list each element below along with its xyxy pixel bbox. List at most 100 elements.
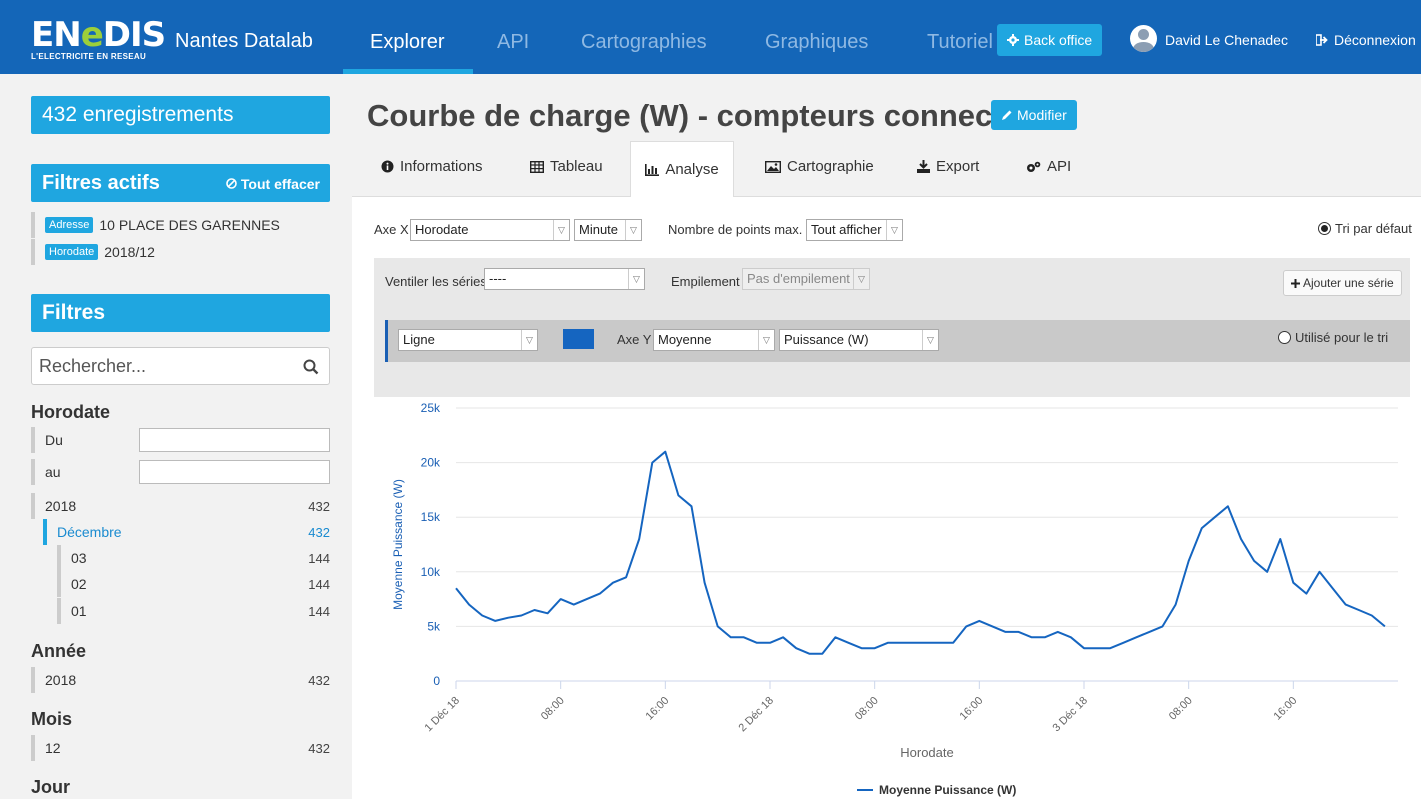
back-office-button[interactable]: Back office — [997, 24, 1103, 56]
x-tick-label: 08:00 — [539, 695, 567, 723]
tab-api[interactable]: API — [1026, 158, 1071, 175]
x-tick-label: 08:00 — [1167, 695, 1195, 723]
stacking-select[interactable]: Pas d'empilement ▽ — [742, 268, 870, 290]
modify-button[interactable]: Modifier — [991, 100, 1077, 130]
facet-label: 12 — [45, 740, 61, 756]
max-points-select[interactable]: Tout afficher ▽ — [806, 219, 903, 241]
tab-analyse[interactable]: Analyse — [630, 141, 734, 197]
facet-label: 02 — [71, 576, 87, 592]
tab-tableau[interactable]: Tableau — [530, 158, 603, 175]
user-name[interactable]: David Le Chenadec — [1165, 32, 1288, 48]
split-series-select[interactable]: ---- ▽ — [484, 268, 645, 290]
clear-all-filters[interactable]: Tout effacer — [226, 176, 320, 192]
filter-tag: Horodate — [45, 244, 99, 260]
facet-label: 01 — [71, 603, 87, 619]
split-series-label: Ventiler les séries — [385, 274, 487, 289]
logout-label: Déconnexion — [1334, 32, 1416, 48]
select-value: Minute — [579, 222, 619, 237]
y-tick-label: 5k — [427, 619, 441, 633]
facet-count: 432 — [308, 672, 330, 688]
facet-item-01[interactable]: 01 144 — [57, 598, 330, 624]
ban-icon — [226, 178, 237, 189]
date-from-input[interactable] — [139, 428, 330, 452]
gear-icon — [1007, 34, 1019, 46]
logo-text-left: EN — [31, 15, 82, 55]
axis-y-field-select[interactable]: Puissance (W) ▽ — [779, 329, 939, 351]
facet-item-2018[interactable]: 2018 432 — [31, 493, 330, 519]
add-series-label: Ajouter une série — [1303, 276, 1394, 290]
default-sort-radio[interactable]: Tri par défaut — [1318, 221, 1412, 236]
series-type-select[interactable]: Ligne ▽ — [398, 329, 538, 351]
radio-checked-icon — [1318, 222, 1331, 235]
max-points-label: Nombre de points max. — [668, 222, 803, 237]
cogs-icon — [1027, 161, 1041, 172]
date-to-label: au — [45, 464, 61, 480]
enedis-logo[interactable]: ENeDIS L'ELECTRICITE EN RESEAU — [31, 18, 166, 61]
table-icon — [530, 160, 544, 173]
facet-label: 2018 — [45, 498, 77, 514]
page-title: Courbe de charge (W) - compteurs connect… — [367, 98, 1038, 133]
y-tick-label: 0 — [433, 674, 440, 688]
date-from-label: Du — [45, 432, 63, 448]
user-avatar-icon[interactable] — [1130, 25, 1157, 52]
series-color-picker[interactable] — [563, 329, 594, 349]
sign-out-icon — [1316, 34, 1328, 46]
select-value: Tout afficher — [811, 222, 882, 237]
legend-label: Moyenne Puissance (W) — [879, 783, 1016, 797]
x-tick-label: 1 Déc 18 — [423, 695, 463, 735]
facet-item-annee-2018[interactable]: 2018 432 — [31, 667, 330, 693]
facet-label: Décembre — [57, 524, 122, 540]
site-name[interactable]: Nantes Datalab — [175, 30, 313, 53]
x-tick-label: 16:00 — [1272, 695, 1300, 723]
radio-label: Tri par défaut — [1335, 221, 1412, 236]
tab-label: API — [1047, 158, 1072, 175]
search-placeholder: Rechercher... — [39, 356, 147, 376]
used-for-sort-radio[interactable]: Utilisé pour le tri — [1278, 330, 1388, 345]
axis-y-agg-select[interactable]: Moyenne ▽ — [653, 329, 775, 351]
nav-graphiques[interactable]: Graphiques — [765, 31, 868, 54]
active-filter-address[interactable]: Adresse 10 PLACE DES GARENNES — [31, 212, 280, 238]
pencil-icon — [1002, 110, 1012, 120]
chevron-down-icon: ▽ — [758, 330, 774, 350]
search-icon[interactable] — [303, 359, 319, 375]
filter-value: 2018/12 — [104, 244, 155, 260]
nav-explorer[interactable]: Explorer — [370, 31, 444, 54]
facet-count: 144 — [308, 576, 330, 592]
y-tick-label: 25k — [421, 401, 441, 415]
filters-title: Filtres — [31, 294, 330, 332]
active-filter-horodate[interactable]: Horodate 2018/12 — [31, 239, 155, 265]
tab-export[interactable]: Export — [917, 158, 979, 175]
facet-count: 144 — [308, 603, 330, 619]
add-series-button[interactable]: Ajouter une série — [1283, 270, 1402, 296]
select-value: Puissance (W) — [784, 332, 869, 347]
stacking-label: Empilement — [671, 274, 740, 289]
tab-informations[interactable]: Informations — [381, 158, 483, 175]
nav-api[interactable]: API — [497, 31, 529, 54]
select-value: Pas d'empilement — [747, 271, 850, 286]
image-icon — [765, 160, 781, 173]
chevron-down-icon: ▽ — [922, 330, 938, 350]
nav-tutoriel[interactable]: Tutoriel — [927, 31, 997, 54]
select-value: Ligne — [403, 332, 435, 347]
logo-subtitle: L'ELECTRICITE EN RESEAU — [31, 52, 147, 61]
active-nav-indicator — [343, 69, 473, 74]
tab-cartographie[interactable]: Cartographie — [765, 158, 874, 175]
y-tick-label: 10k — [421, 565, 441, 579]
logout-link[interactable]: Déconnexion — [1316, 32, 1416, 48]
facet-item-decembre[interactable]: Décembre 432 — [43, 519, 330, 545]
granularity-select[interactable]: Minute ▽ — [574, 219, 642, 241]
radio-unchecked-icon — [1278, 331, 1291, 344]
y-axis-title: Moyenne Puissance (W) — [391, 479, 405, 610]
line-chart: 0 5k 10k 15k 20k 25k Moyenne Puissance (W) 1 Dé… — [391, 401, 1398, 797]
nav-cartographies[interactable]: Cartographies — [581, 31, 707, 54]
date-to-input[interactable] — [139, 460, 330, 484]
search-input[interactable]: Rechercher... — [31, 347, 330, 385]
chevron-down-icon: ▽ — [625, 220, 641, 240]
facet-item-03[interactable]: 03 144 — [57, 545, 330, 571]
active-filters-header: Filtres actifs Tout effacer — [31, 164, 330, 202]
chevron-down-icon: ▽ — [521, 330, 537, 350]
select-value: Horodate — [415, 222, 469, 237]
facet-item-mois-12[interactable]: 12 432 — [31, 735, 330, 761]
facet-item-02[interactable]: 02 144 — [57, 571, 330, 597]
axis-x-select[interactable]: Horodate ▽ — [410, 219, 570, 241]
